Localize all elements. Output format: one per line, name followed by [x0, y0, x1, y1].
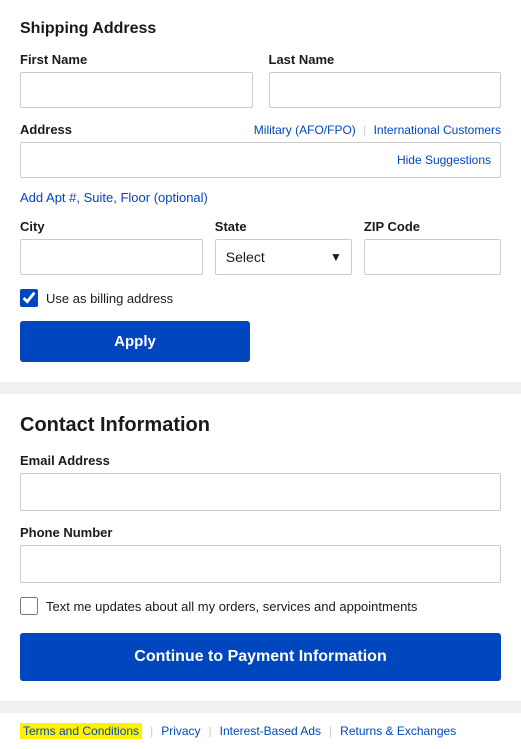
footer-sep-3: |: [329, 724, 332, 738]
returns-link[interactable]: Returns & Exchanges: [340, 724, 456, 738]
footer-sep-2: |: [209, 724, 212, 738]
billing-checkbox-row: Use as billing address: [20, 289, 501, 307]
billing-checkbox-label[interactable]: Use as billing address: [46, 291, 173, 306]
text-updates-checkbox[interactable]: [20, 597, 38, 615]
contact-section-title: Contact Information: [20, 414, 501, 437]
state-group: State SelectALAKAZARCACOCTDEFLGAHIIDILIN…: [215, 219, 352, 275]
state-select-wrap: SelectALAKAZARCACOCTDEFLGAHIIDILINIAKSKY…: [215, 239, 352, 275]
military-link[interactable]: Military (AFO/FPO): [254, 123, 356, 137]
city-input[interactable]: [20, 239, 203, 275]
footer-sep-1: |: [150, 724, 153, 738]
interest-based-link[interactable]: Interest-Based Ads: [220, 724, 321, 738]
address-header: Address Military (AFO/FPO) | Internation…: [20, 122, 501, 137]
first-name-group: First Name: [20, 52, 253, 108]
city-group: City: [20, 219, 203, 275]
address-links: Military (AFO/FPO) | International Custo…: [254, 123, 501, 137]
name-row: First Name Last Name: [20, 52, 501, 108]
phone-group: Phone Number: [20, 525, 501, 583]
add-apt-link[interactable]: Add Apt #, Suite, Floor (optional): [20, 190, 208, 205]
phone-input[interactable]: [20, 545, 501, 583]
shipping-address-section: Shipping Address First Name Last Name Ad…: [0, 0, 521, 382]
zip-group: ZIP Code: [364, 219, 501, 275]
zip-label: ZIP Code: [364, 219, 501, 234]
address-row: Address Military (AFO/FPO) | Internation…: [20, 122, 501, 178]
billing-checkbox[interactable]: [20, 289, 38, 307]
last-name-label: Last Name: [269, 52, 502, 67]
first-name-input[interactable]: [20, 72, 253, 108]
apply-button[interactable]: Apply: [20, 321, 250, 362]
first-name-label: First Name: [20, 52, 253, 67]
contact-section: Contact Information Email Address Phone …: [0, 394, 521, 701]
city-state-zip-row: City State SelectALAKAZARCACOCTDEFLGAHII…: [20, 219, 501, 275]
email-input[interactable]: [20, 473, 501, 511]
address-label: Address: [20, 122, 72, 137]
state-label: State: [215, 219, 352, 234]
hide-suggestions-button[interactable]: Hide Suggestions: [397, 153, 491, 167]
address-input-wrap: Hide Suggestions: [20, 142, 501, 178]
last-name-input[interactable]: [269, 72, 502, 108]
shipping-section-title: Shipping Address: [20, 20, 501, 38]
last-name-group: Last Name: [269, 52, 502, 108]
zip-input[interactable]: [364, 239, 501, 275]
text-updates-label[interactable]: Text me updates about all my orders, ser…: [46, 599, 417, 614]
email-group: Email Address: [20, 453, 501, 511]
international-link[interactable]: International Customers: [374, 123, 501, 137]
phone-label: Phone Number: [20, 525, 501, 540]
city-label: City: [20, 219, 203, 234]
footer: Terms and Conditions | Privacy | Interes…: [0, 713, 521, 749]
terms-link[interactable]: Terms and Conditions: [20, 723, 142, 739]
continue-button[interactable]: Continue to Payment Information: [20, 633, 501, 681]
email-label: Email Address: [20, 453, 501, 468]
text-updates-row: Text me updates about all my orders, ser…: [20, 597, 501, 615]
privacy-link[interactable]: Privacy: [161, 724, 200, 738]
link-separator: |: [363, 123, 366, 137]
state-select[interactable]: SelectALAKAZARCACOCTDEFLGAHIIDILINIAKSKY…: [215, 239, 352, 275]
